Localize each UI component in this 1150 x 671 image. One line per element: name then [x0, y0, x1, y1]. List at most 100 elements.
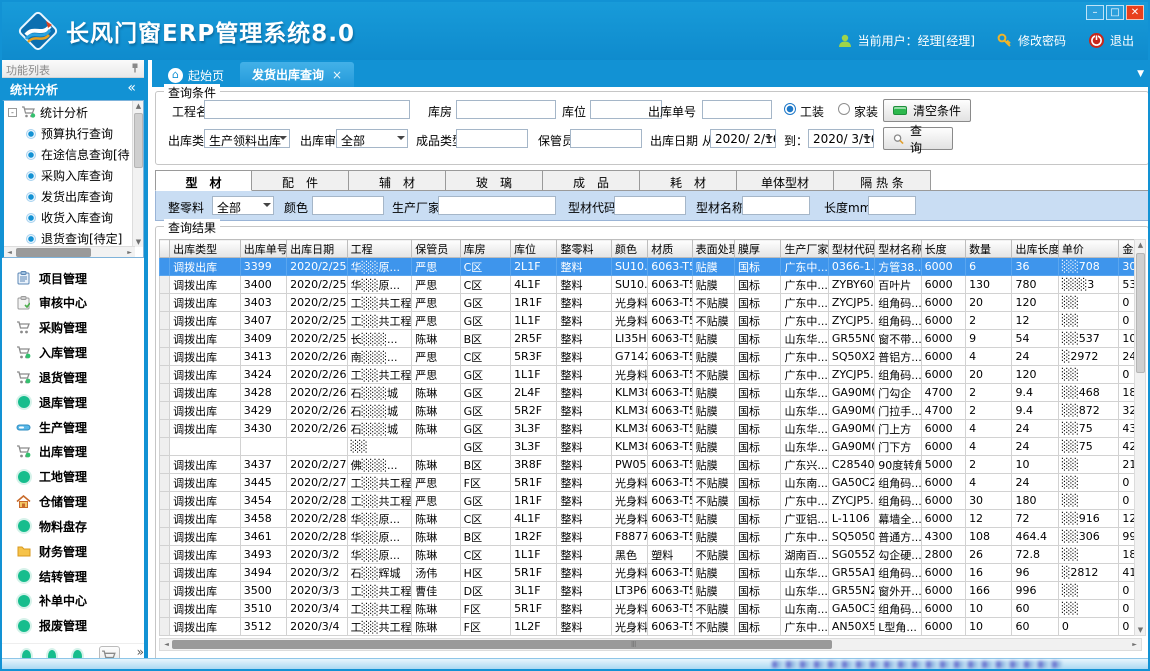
table-cell[interactable]: 调拨出库 — [170, 456, 241, 474]
table-cell[interactable]: 6063-T5 — [648, 600, 692, 618]
radio-gongzhuang[interactable] — [784, 103, 796, 115]
table-cell[interactable]: 整料 — [557, 258, 611, 276]
table-cell[interactable]: 整料 — [557, 456, 611, 474]
table-cell[interactable]: 工░░共工程 — [347, 474, 412, 492]
table-cell[interactable]: 10 — [966, 618, 1012, 636]
table-cell[interactable]: 方管38... — [875, 258, 921, 276]
menu-item-9[interactable]: 仓储管理 — [2, 490, 144, 514]
table-row[interactable]: 调拨出库34302020/2/26石░░░城陈琳G区3L3F整料KLM38176… — [160, 420, 1143, 438]
table-cell[interactable]: GA50C37 — [828, 600, 874, 618]
table-cell[interactable]: 严思 — [412, 348, 460, 366]
column-header-9[interactable]: 材质 — [648, 240, 692, 258]
table-cell[interactable]: 国标 — [735, 312, 781, 330]
table-cell[interactable]: 2R5F — [511, 330, 557, 348]
table-cell[interactable]: 4300 — [921, 528, 965, 546]
results-vertical-scrollbar[interactable]: ▲ ▼ — [1134, 239, 1146, 636]
table-cell[interactable]: 广东中... — [781, 348, 828, 366]
table-cell[interactable]: 3494 — [240, 564, 286, 582]
table-cell[interactable]: 国标 — [735, 582, 781, 600]
table-cell[interactable]: 180 — [1012, 492, 1058, 510]
table-cell[interactable]: 60 — [1012, 600, 1058, 618]
table-cell[interactable]: 陈琳 — [412, 420, 460, 438]
material-tab-6[interactable]: 单体型材 — [737, 170, 834, 191]
table-cell[interactable]: G区 — [460, 438, 510, 456]
table-cell[interactable]: C区 — [460, 276, 510, 294]
menu-item-2[interactable]: 采购管理 — [2, 316, 144, 340]
table-cell[interactable]: 780 — [1012, 276, 1058, 294]
table-cell[interactable]: 2020/2/25 — [287, 312, 348, 330]
table-cell[interactable]: ░░916 — [1058, 510, 1119, 528]
table-cell[interactable]: KLM3817 — [611, 438, 647, 456]
table-cell[interactable]: ░░ — [1058, 600, 1119, 618]
table-cell[interactable]: 组角码... — [875, 312, 921, 330]
table-cell[interactable] — [412, 438, 460, 456]
table-cell[interactable]: 2020/2/25 — [287, 330, 348, 348]
table-cell[interactable]: 南░░░... — [347, 348, 412, 366]
table-cell[interactable]: 国标 — [735, 294, 781, 312]
table-cell[interactable]: GA90M06. — [828, 384, 874, 402]
table-cell[interactable]: 窗外开... — [875, 582, 921, 600]
table-row[interactable]: 调拨出库34542020/2/28工░░共工程严思G区1R1F整料光身料6063… — [160, 492, 1143, 510]
table-cell[interactable]: 166 — [966, 582, 1012, 600]
table-row[interactable]: 调拨出库34932020/3/2华░░原...陈琳C区1L1F整料黑色塑料不贴膜… — [160, 546, 1143, 564]
table-cell[interactable]: G区 — [460, 402, 510, 420]
table-cell[interactable]: 6000 — [921, 582, 965, 600]
table-cell[interactable]: 组角码... — [875, 474, 921, 492]
table-cell[interactable]: 陈琳 — [412, 600, 460, 618]
table-cell[interactable]: 3413 — [240, 348, 286, 366]
tree-item-3[interactable]: 发货出库查询 — [4, 186, 135, 207]
table-cell[interactable]: 严思 — [412, 276, 460, 294]
table-cell[interactable]: 2 — [966, 402, 1012, 420]
table-cell[interactable]: 5R1F — [511, 474, 557, 492]
table-cell[interactable]: 9 — [966, 330, 1012, 348]
table-cell[interactable]: 国标 — [735, 420, 781, 438]
table-cell[interactable]: 光身料 — [611, 366, 647, 384]
table-cell[interactable]: 幕墙全... — [875, 510, 921, 528]
table-cell[interactable]: G区 — [460, 294, 510, 312]
table-cell[interactable]: 国标 — [735, 492, 781, 510]
table-cell[interactable]: GR55A11 — [828, 564, 874, 582]
table-cell[interactable]: 整料 — [557, 384, 611, 402]
table-row[interactable]: 调拨出库34282020/2/26石░░░城陈琳G区2L4F整料KLM38176… — [160, 384, 1143, 402]
table-cell[interactable]: 贴膜 — [692, 582, 734, 600]
table-cell[interactable]: ░░░3 — [1058, 276, 1119, 294]
table-row[interactable]: 调拨出库34072020/2/25工░░共工程严思G区1L1F整料光身料6063… — [160, 312, 1143, 330]
table-cell[interactable]: SQ50X2... — [828, 348, 874, 366]
tree-item-0[interactable]: 预算执行查询 — [4, 123, 135, 144]
table-cell[interactable]: G71422 — [611, 348, 647, 366]
table-cell[interactable]: 6000 — [921, 600, 965, 618]
column-header-13[interactable]: 型材代码 — [828, 240, 874, 258]
table-cell[interactable]: D区 — [460, 582, 510, 600]
table-cell[interactable]: 9.4 — [1012, 384, 1058, 402]
table-cell[interactable]: 贴膜 — [692, 384, 734, 402]
tree-vertical-scrollbar[interactable]: ▲ ▼ — [132, 101, 143, 247]
table-cell[interactable]: 广东中... — [781, 258, 828, 276]
table-cell[interactable]: ZYCJP5... — [828, 492, 874, 510]
table-cell[interactable]: 不贴膜 — [692, 600, 734, 618]
table-cell[interactable]: ░░ — [1058, 366, 1119, 384]
table-cell[interactable]: 3454 — [240, 492, 286, 510]
menu-item-8[interactable]: 工地管理 — [2, 465, 144, 489]
menu-item-7[interactable]: 出库管理 — [2, 440, 144, 464]
table-cell[interactable]: 3L1F — [511, 582, 557, 600]
table-cell[interactable]: 2020/2/28 — [287, 528, 348, 546]
table-cell[interactable]: 6063-T5 — [648, 618, 692, 636]
table-cell[interactable]: 4 — [966, 474, 1012, 492]
table-cell[interactable]: 不贴膜 — [692, 546, 734, 564]
table-cell[interactable]: ZYCJP5... — [828, 294, 874, 312]
profile-code-input[interactable] — [614, 196, 686, 215]
table-cell[interactable]: 不贴膜 — [692, 294, 734, 312]
menu-item-0[interactable]: 项目管理 — [2, 266, 144, 290]
radio-jiazhuang[interactable] — [838, 103, 850, 115]
table-cell[interactable]: G区 — [460, 420, 510, 438]
column-header-5[interactable]: 库房 — [460, 240, 510, 258]
table-cell[interactable]: 1L1F — [511, 312, 557, 330]
table-cell[interactable]: 广亚铝... — [781, 510, 828, 528]
table-cell[interactable]: 6063-T5 — [648, 312, 692, 330]
column-header-16[interactable]: 数量 — [966, 240, 1012, 258]
table-cell[interactable]: 山东华... — [781, 582, 828, 600]
table-cell[interactable]: 5R1F — [511, 600, 557, 618]
table-cell[interactable]: 24 — [1012, 420, 1058, 438]
table-cell[interactable]: 90度转角 — [875, 456, 921, 474]
table-row[interactable]: 调拨出库35102020/3/4工░░共工程陈琳F区5R1F整料光身料6063-… — [160, 600, 1143, 618]
